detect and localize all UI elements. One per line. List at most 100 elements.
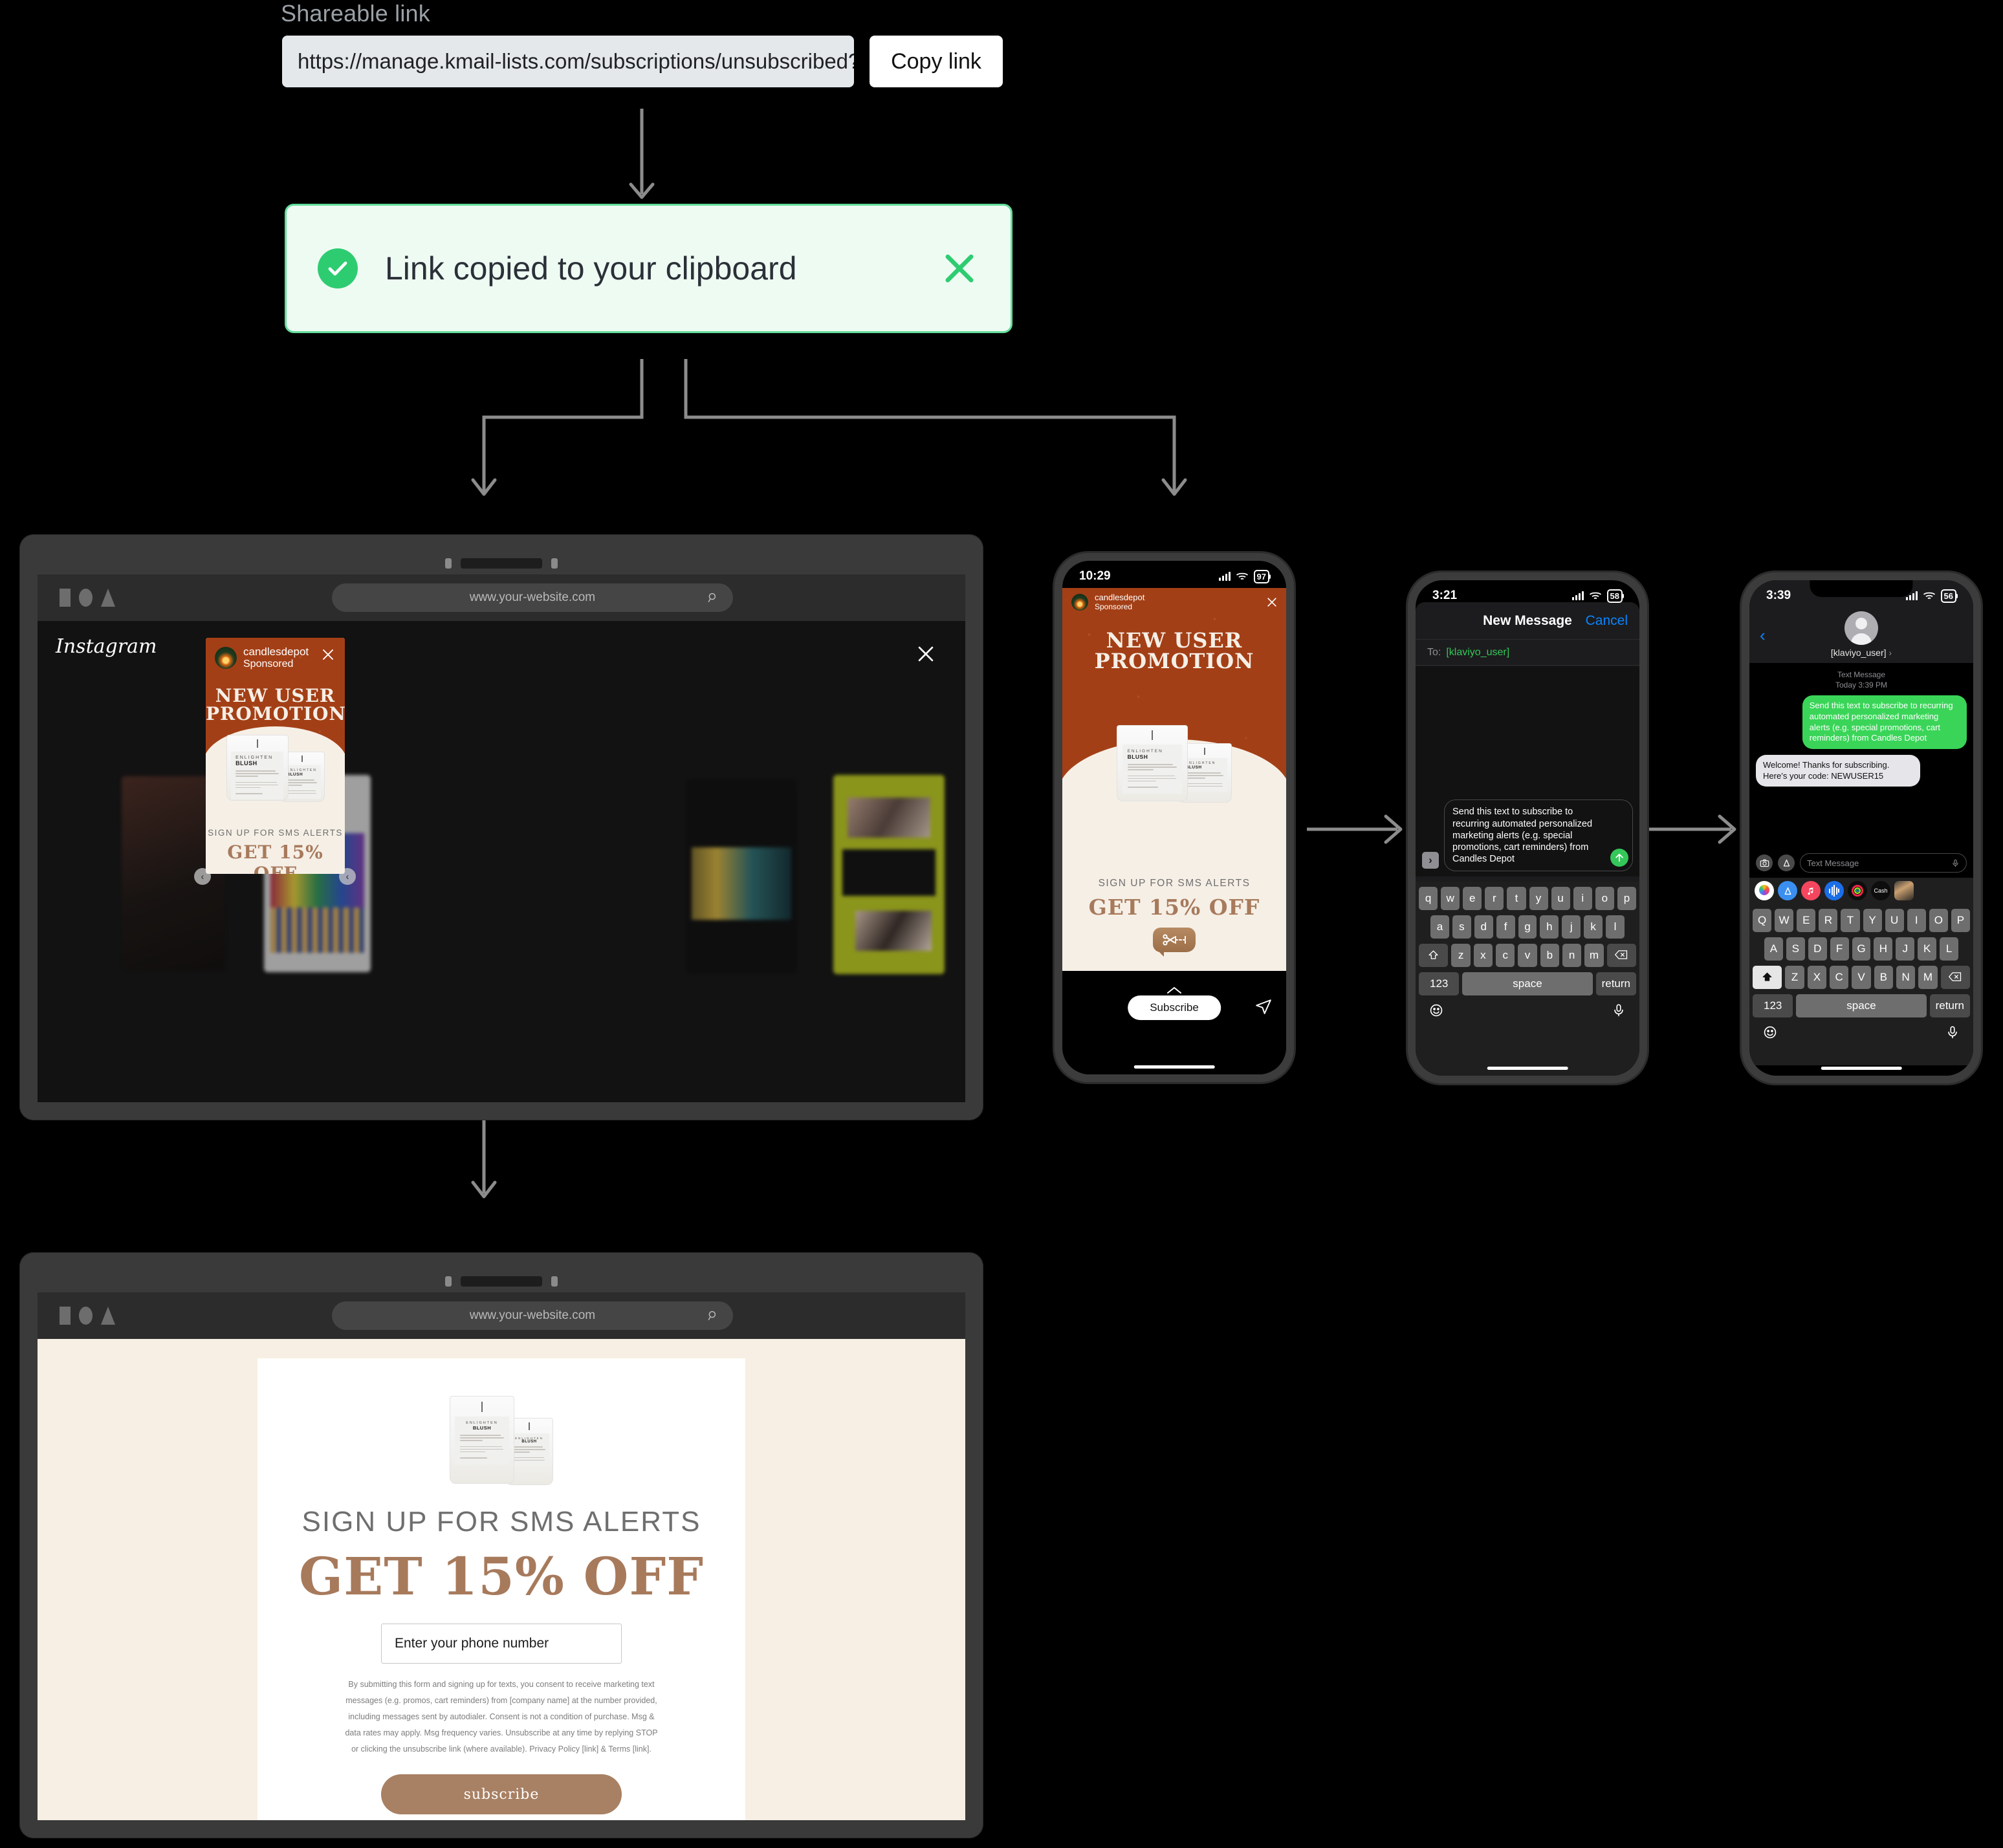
story-card[interactable] <box>686 779 796 973</box>
text-message-input[interactable]: Text Message <box>1800 853 1967 873</box>
key-r[interactable]: R <box>1819 909 1838 932</box>
key-c[interactable]: c <box>1496 944 1515 967</box>
keyboard-bottom-row[interactable] <box>1419 1001 1636 1034</box>
key-s[interactable]: S <box>1786 937 1805 961</box>
keyboard-row-3[interactable]: Z X C V B N M <box>1752 966 1971 989</box>
apple-cash-icon[interactable]: Cash <box>1871 881 1890 900</box>
key-t[interactable]: t <box>1507 887 1526 910</box>
key-a[interactable]: A <box>1764 937 1783 961</box>
space-key[interactable]: space <box>1796 994 1927 1017</box>
send-arrow-up-icon[interactable] <box>1610 849 1628 867</box>
key-n[interactable]: N <box>1896 966 1916 989</box>
key-v[interactable]: v <box>1518 944 1537 967</box>
key-m[interactable]: M <box>1918 966 1938 989</box>
microphone-icon[interactable] <box>1945 1025 1960 1039</box>
return-key[interactable]: return <box>1595 972 1636 995</box>
keyboard-row-3[interactable]: z x c v b n m <box>1418 944 1637 967</box>
keyboard-row-2[interactable]: A S D F G H J K L <box>1753 937 1970 961</box>
key-e[interactable]: e <box>1463 887 1482 910</box>
key-e[interactable]: E <box>1797 909 1816 932</box>
shareable-link-input[interactable]: https://manage.kmail-lists.com/subscript… <box>282 36 854 87</box>
photos-icon[interactable] <box>1755 881 1774 900</box>
key-q[interactable]: q <box>1419 887 1438 910</box>
app-store-icon[interactable] <box>1778 881 1797 900</box>
backspace-icon[interactable] <box>1940 966 1971 989</box>
key-o[interactable]: O <box>1929 909 1948 932</box>
key-f[interactable]: f <box>1496 915 1515 939</box>
key-m[interactable]: m <box>1584 944 1604 967</box>
keyboard-row-4[interactable]: 123 space return <box>1753 994 1970 1017</box>
keyboard-row-2[interactable]: a s d f g h j k l <box>1419 915 1636 939</box>
key-v[interactable]: V <box>1852 966 1871 989</box>
browser-address-bar[interactable]: www.your-website.com <box>332 1301 733 1330</box>
key-b[interactable]: b <box>1540 944 1559 967</box>
keyboard-row-1[interactable]: Q W E R T Y U I O P <box>1753 909 1970 932</box>
key-d[interactable]: D <box>1808 937 1827 961</box>
key-d[interactable]: d <box>1474 915 1493 939</box>
browser-window-controls[interactable] <box>60 589 115 607</box>
onscreen-keyboard[interactable]: Q W E R T Y U I O P A S D F G H J K L Z … <box>1749 904 1973 1065</box>
key-g[interactable]: G <box>1852 937 1871 961</box>
close-icon[interactable] <box>320 647 336 662</box>
key-l[interactable]: l <box>1606 915 1625 939</box>
shift-icon[interactable] <box>1752 966 1782 989</box>
keyboard-row-1[interactable]: q w e r t y u i o p <box>1419 887 1636 910</box>
key-z[interactable]: z <box>1451 944 1471 967</box>
key-q[interactable]: Q <box>1753 909 1772 932</box>
backspace-icon[interactable] <box>1606 944 1637 967</box>
key-p[interactable]: p <box>1617 887 1636 910</box>
onscreen-keyboard[interactable]: q w e r t y u i o p a s d f g h j k l z … <box>1416 882 1639 1076</box>
close-icon[interactable] <box>915 643 937 665</box>
key-p[interactable]: P <box>1951 909 1970 932</box>
copy-link-button[interactable]: Copy link <box>870 36 1003 87</box>
key-u[interactable]: U <box>1885 909 1904 932</box>
key-i[interactable]: i <box>1573 887 1592 910</box>
key-s[interactable]: s <box>1452 915 1471 939</box>
key-k[interactable]: K <box>1918 937 1937 961</box>
chevron-up-icon[interactable] <box>1166 986 1182 994</box>
key-a[interactable]: a <box>1430 915 1449 939</box>
key-o[interactable]: o <box>1595 887 1614 910</box>
key-n[interactable]: n <box>1562 944 1582 967</box>
fitness-icon[interactable] <box>1848 881 1867 900</box>
key-j[interactable]: J <box>1896 937 1915 961</box>
microphone-icon[interactable] <box>1951 859 1960 867</box>
avatar-icon[interactable] <box>1844 611 1878 645</box>
key-f[interactable]: F <box>1830 937 1849 961</box>
key-l[interactable]: L <box>1940 937 1959 961</box>
key-j[interactable]: j <box>1562 915 1581 939</box>
browser-window-controls[interactable] <box>60 1307 115 1325</box>
key-r[interactable]: r <box>1485 887 1504 910</box>
key-t[interactable]: T <box>1841 909 1860 932</box>
subscribe-button[interactable]: Subscribe <box>1128 995 1221 1020</box>
key-b[interactable]: B <box>1874 966 1893 989</box>
key-w[interactable]: W <box>1775 909 1794 932</box>
phone-number-input[interactable]: Enter your phone number <box>381 1624 622 1664</box>
close-icon[interactable] <box>939 248 980 288</box>
shift-icon[interactable] <box>1418 944 1449 967</box>
key-y[interactable]: Y <box>1863 909 1882 932</box>
imessage-app-strip[interactable]: Cash <box>1749 878 1973 904</box>
memoji-icon[interactable] <box>1894 881 1914 900</box>
voice-memo-icon[interactable] <box>1824 881 1844 900</box>
key-h[interactable]: H <box>1874 937 1893 961</box>
subscribe-button[interactable]: subscribe <box>381 1774 622 1814</box>
numbers-key[interactable]: 123 <box>1419 972 1460 995</box>
microphone-icon[interactable] <box>1612 1003 1626 1017</box>
key-i[interactable]: I <box>1907 909 1926 932</box>
key-g[interactable]: g <box>1518 915 1537 939</box>
key-y[interactable]: y <box>1529 887 1548 910</box>
key-u[interactable]: u <box>1551 887 1570 910</box>
send-icon[interactable] <box>1255 998 1272 1015</box>
key-k[interactable]: k <box>1584 915 1603 939</box>
music-icon[interactable] <box>1801 881 1821 900</box>
conversation-contact[interactable]: [klaviyo_user] › <box>1749 647 1973 658</box>
keyboard-row-4[interactable]: 123 space return <box>1419 972 1636 995</box>
browser-address-bar[interactable]: www.your-website.com <box>332 583 733 612</box>
cancel-button[interactable]: Cancel <box>1586 613 1628 629</box>
keyboard-bottom-row[interactable] <box>1753 1023 1970 1056</box>
key-c[interactable]: C <box>1830 966 1849 989</box>
camera-icon[interactable] <box>1756 854 1773 871</box>
chevron-right-icon[interactable]: › <box>1422 852 1439 869</box>
chevron-left-icon[interactable]: ‹ <box>1760 625 1766 646</box>
